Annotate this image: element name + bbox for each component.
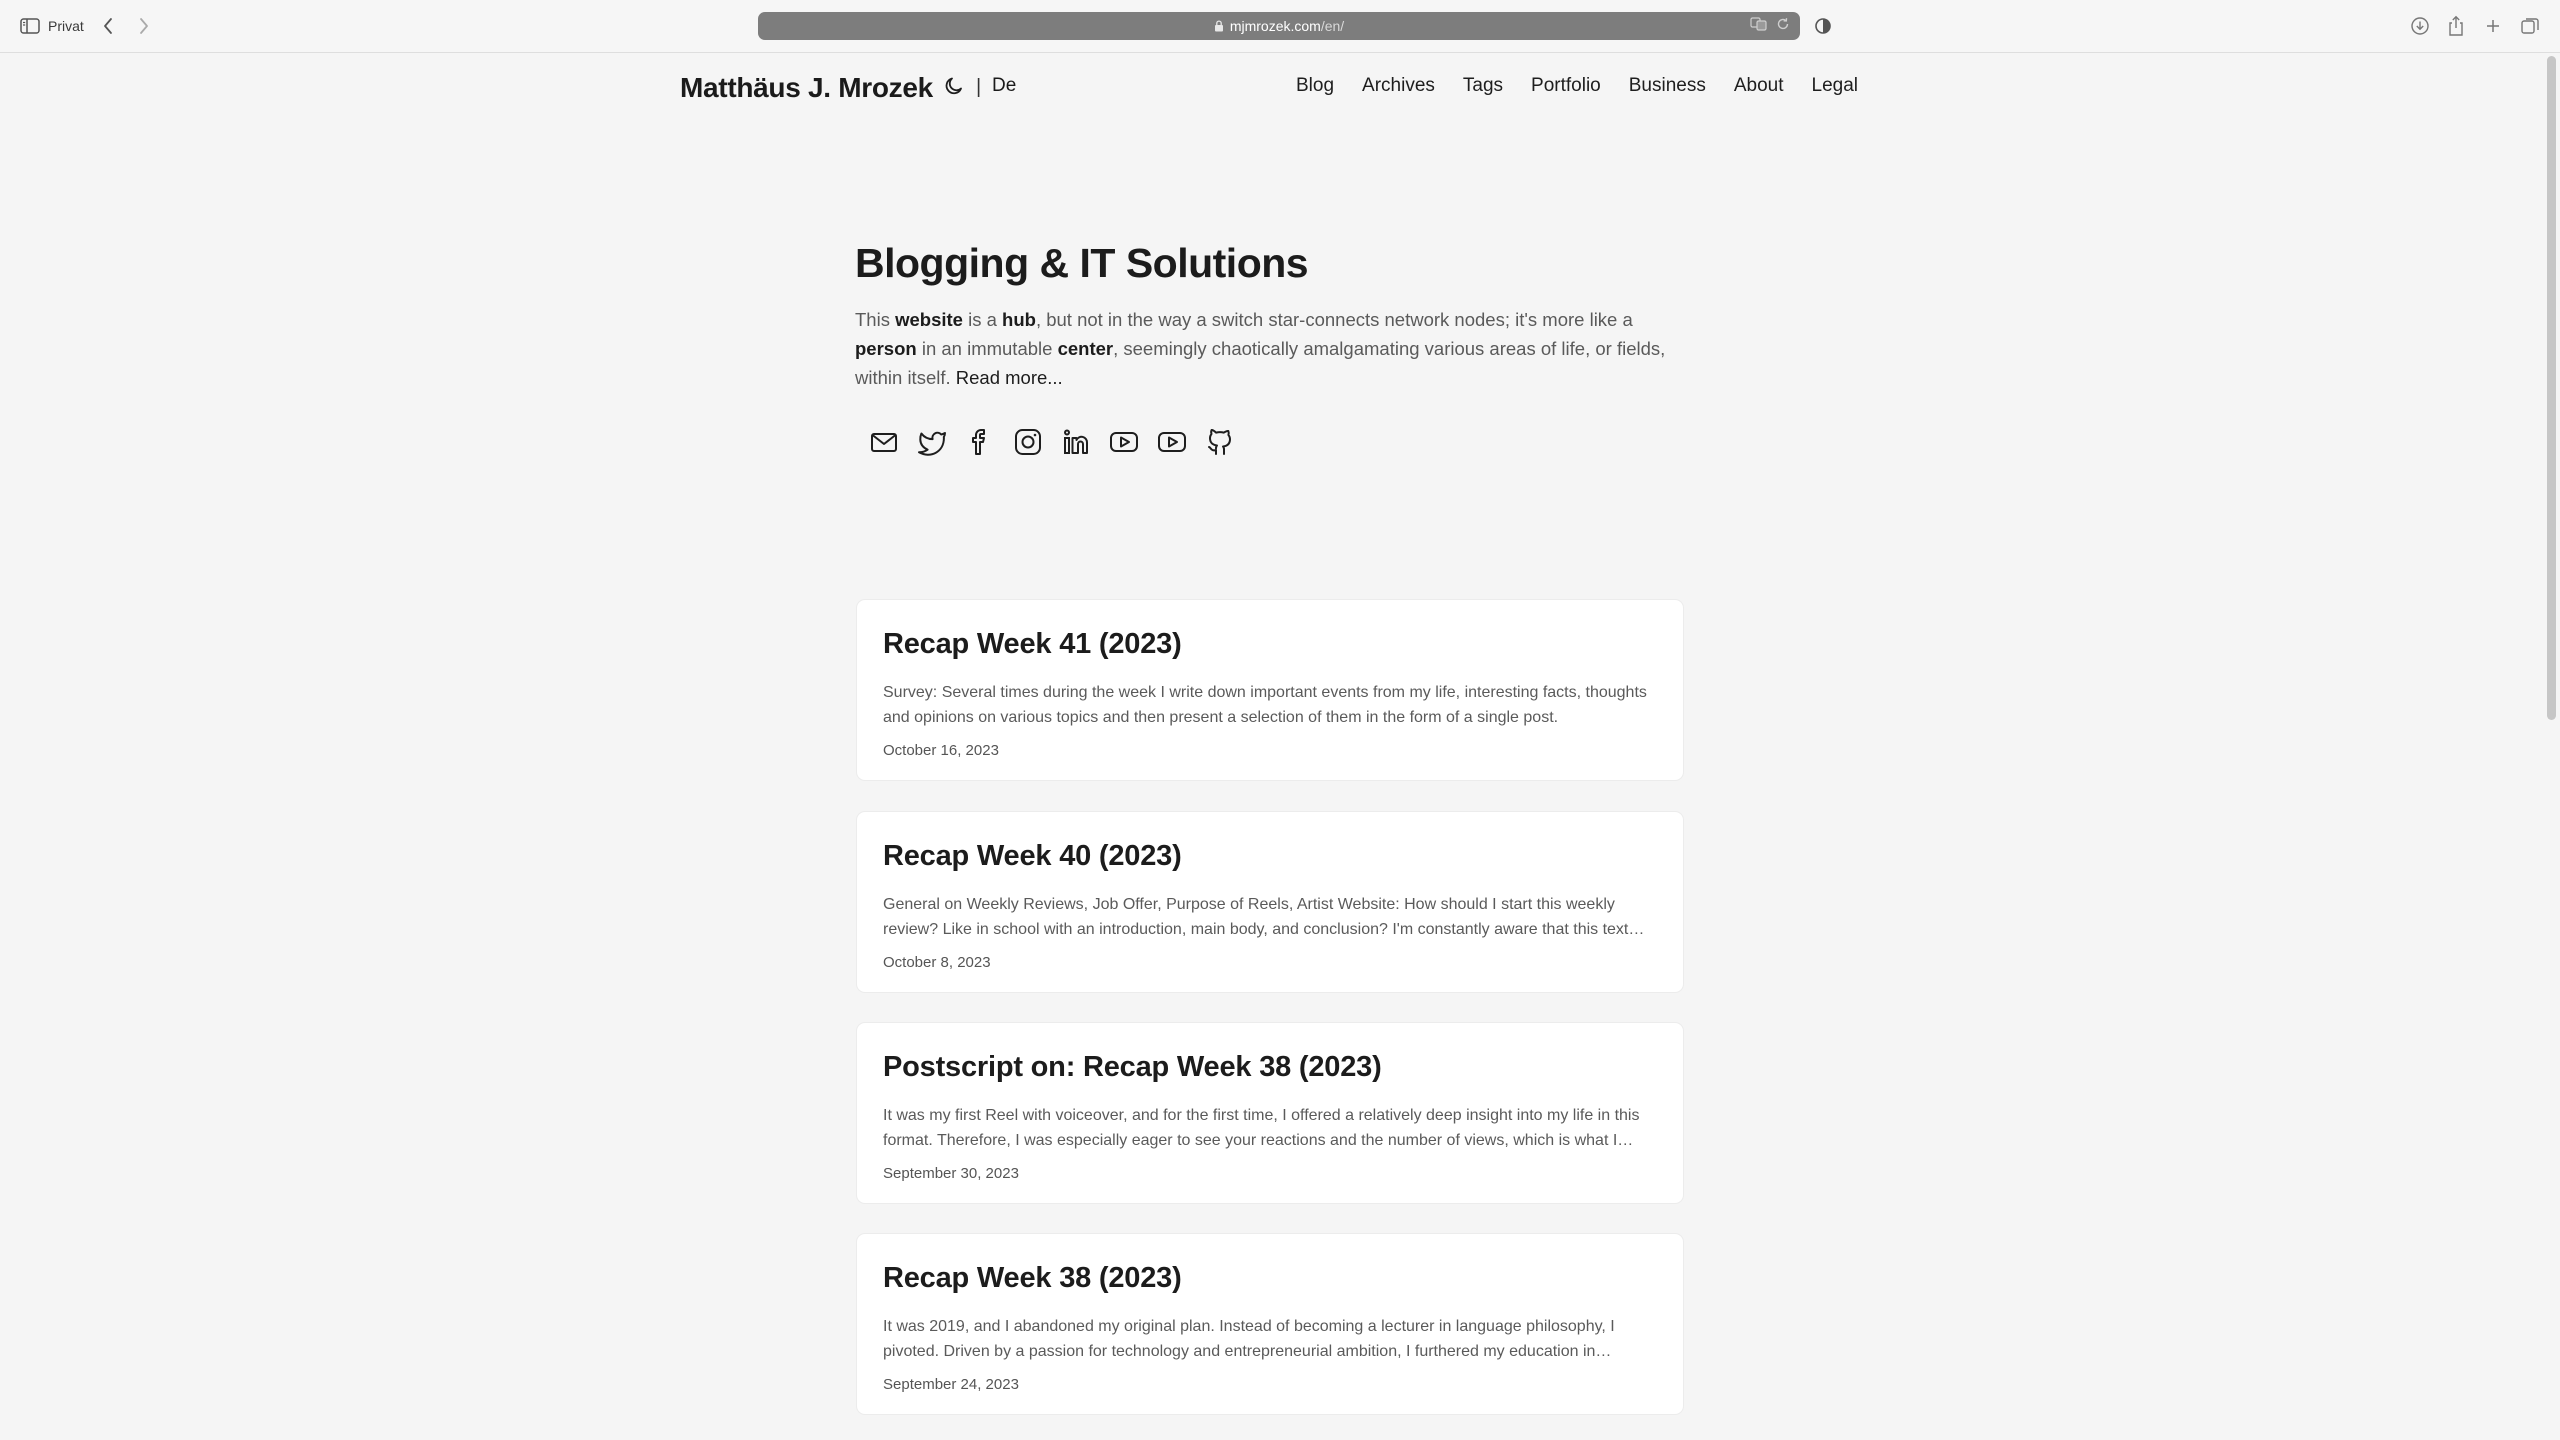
theme-toggle-button[interactable] — [942, 74, 966, 98]
nav-archives-link[interactable]: Archives — [1362, 75, 1435, 97]
github-link[interactable] — [1204, 426, 1236, 458]
url-path: /en/ — [1320, 18, 1345, 34]
intro-text: This — [855, 309, 896, 330]
scrollbar-thumb[interactable] — [2547, 56, 2556, 720]
language-switch-link[interactable]: De — [992, 75, 1016, 97]
lock-icon — [1214, 20, 1223, 32]
intro-bold-hub: hub — [1002, 309, 1036, 330]
social-links — [868, 426, 1236, 458]
browser-toolbar: Privat mjmrozek.com/en/ — [0, 0, 2560, 53]
post-title[interactable]: Recap Week 40 (2023) — [883, 840, 1182, 873]
intro-text: is a — [962, 309, 1003, 330]
chevron-right-icon — [140, 18, 148, 34]
post-title[interactable]: Recap Week 38 (2023) — [883, 1262, 1182, 1295]
twitter-icon — [918, 431, 946, 456]
post-date: October 8, 2023 — [883, 954, 991, 971]
nav-about-link[interactable]: About — [1734, 75, 1784, 97]
mail-icon — [871, 433, 897, 452]
post-title[interactable]: Recap Week 41 (2023) — [883, 628, 1182, 661]
nav-blog-link[interactable]: Blog — [1296, 75, 1334, 97]
hero-section: Blogging & IT Solutions This website is … — [855, 240, 1675, 392]
url-host: mjmrozek.com — [1229, 18, 1321, 34]
nav-business-link[interactable]: Business — [1629, 75, 1706, 97]
header-separator: | — [976, 76, 982, 98]
privacy-report-button[interactable] — [1814, 14, 1832, 38]
sidebar-toggle-button[interactable] — [20, 14, 40, 38]
post-date: October 16, 2023 — [883, 742, 999, 759]
post-date: September 24, 2023 — [883, 1376, 1019, 1393]
sidebar-icon — [20, 18, 40, 34]
facebook-link[interactable] — [964, 426, 996, 458]
youtube-icon — [1158, 432, 1186, 452]
intro-text: , but not in the way a switch star-conne… — [1035, 309, 1633, 330]
instagram-icon — [1015, 429, 1041, 455]
translate-icon — [1750, 17, 1767, 31]
new-tab-button[interactable] — [2484, 14, 2502, 38]
downloads-button[interactable] — [2410, 14, 2430, 38]
post-excerpt: General on Weekly Reviews, Job Offer, Pu… — [883, 896, 1629, 938]
hero-heading: Blogging & IT Solutions — [855, 240, 1309, 286]
site-header: Matthäus J. Mrozek | De Blog Archives Ta… — [0, 62, 2540, 112]
post-excerpt: It was my first Reel with voiceover, and… — [883, 1107, 1640, 1149]
post-date: September 30, 2023 — [883, 1165, 1019, 1182]
nav-legal-link[interactable]: Legal — [1812, 75, 1859, 97]
email-link[interactable] — [868, 426, 900, 458]
download-icon — [2411, 17, 2429, 35]
forward-button[interactable] — [136, 14, 152, 38]
share-icon — [2449, 15, 2463, 36]
intro-bold-website: website — [895, 309, 963, 330]
intro-bold-center: center — [1057, 338, 1114, 359]
nav-portfolio-link[interactable]: Portfolio — [1531, 75, 1601, 97]
instagram-link[interactable] — [1012, 426, 1044, 458]
youtube-icon — [1110, 432, 1138, 452]
address-bar[interactable]: mjmrozek.com/en/ — [758, 12, 1800, 40]
post-excerpt: It was 2019, and I abandoned my original… — [883, 1318, 1615, 1360]
linkedin-link[interactable] — [1060, 426, 1092, 458]
translate-button[interactable] — [1750, 17, 1768, 31]
private-mode-label: Privat — [48, 18, 84, 34]
reload-icon — [1777, 18, 1789, 30]
main-nav: Blog Archives Tags Portfolio Business Ab… — [1296, 75, 1858, 97]
chevron-left-icon — [104, 18, 112, 34]
post-card[interactable]: Recap Week 38 (2023) It was 2019, and I … — [857, 1234, 1683, 1414]
tabs-overview-icon — [2521, 18, 2539, 34]
post-excerpt: Survey: Several times during the week I … — [883, 684, 1647, 726]
post-card[interactable]: Recap Week 41 (2023) Survey: Several tim… — [857, 600, 1683, 780]
moon-icon — [945, 77, 962, 95]
post-card[interactable]: Postscript on: Recap Week 38 (2023) It w… — [857, 1023, 1683, 1203]
site-logo-link[interactable]: Matthäus J. Mrozek — [680, 72, 933, 104]
github-icon — [1208, 428, 1231, 455]
plus-icon — [2487, 20, 2499, 32]
read-more-link[interactable]: Read more... — [956, 367, 1063, 388]
shield-half-icon — [1815, 18, 1831, 34]
youtube-link-2[interactable] — [1156, 426, 1188, 458]
twitter-link[interactable] — [916, 426, 948, 458]
back-button[interactable] — [100, 14, 116, 38]
intro-text: in an immutable — [916, 338, 1058, 359]
post-title[interactable]: Postscript on: Recap Week 38 (2023) — [883, 1051, 1382, 1084]
linkedin-icon — [1064, 429, 1088, 454]
youtube-link[interactable] — [1108, 426, 1140, 458]
intro-bold-person: person — [855, 338, 917, 359]
share-button[interactable] — [2447, 14, 2465, 38]
post-card[interactable]: Recap Week 40 (2023) General on Weekly R… — [857, 812, 1683, 992]
facebook-icon — [972, 429, 985, 455]
reload-button[interactable] — [1776, 17, 1790, 31]
hero-intro: This website is a hub, but not in the wa… — [855, 305, 1675, 392]
tab-overview-button[interactable] — [2520, 14, 2540, 38]
nav-tags-link[interactable]: Tags — [1463, 75, 1503, 97]
